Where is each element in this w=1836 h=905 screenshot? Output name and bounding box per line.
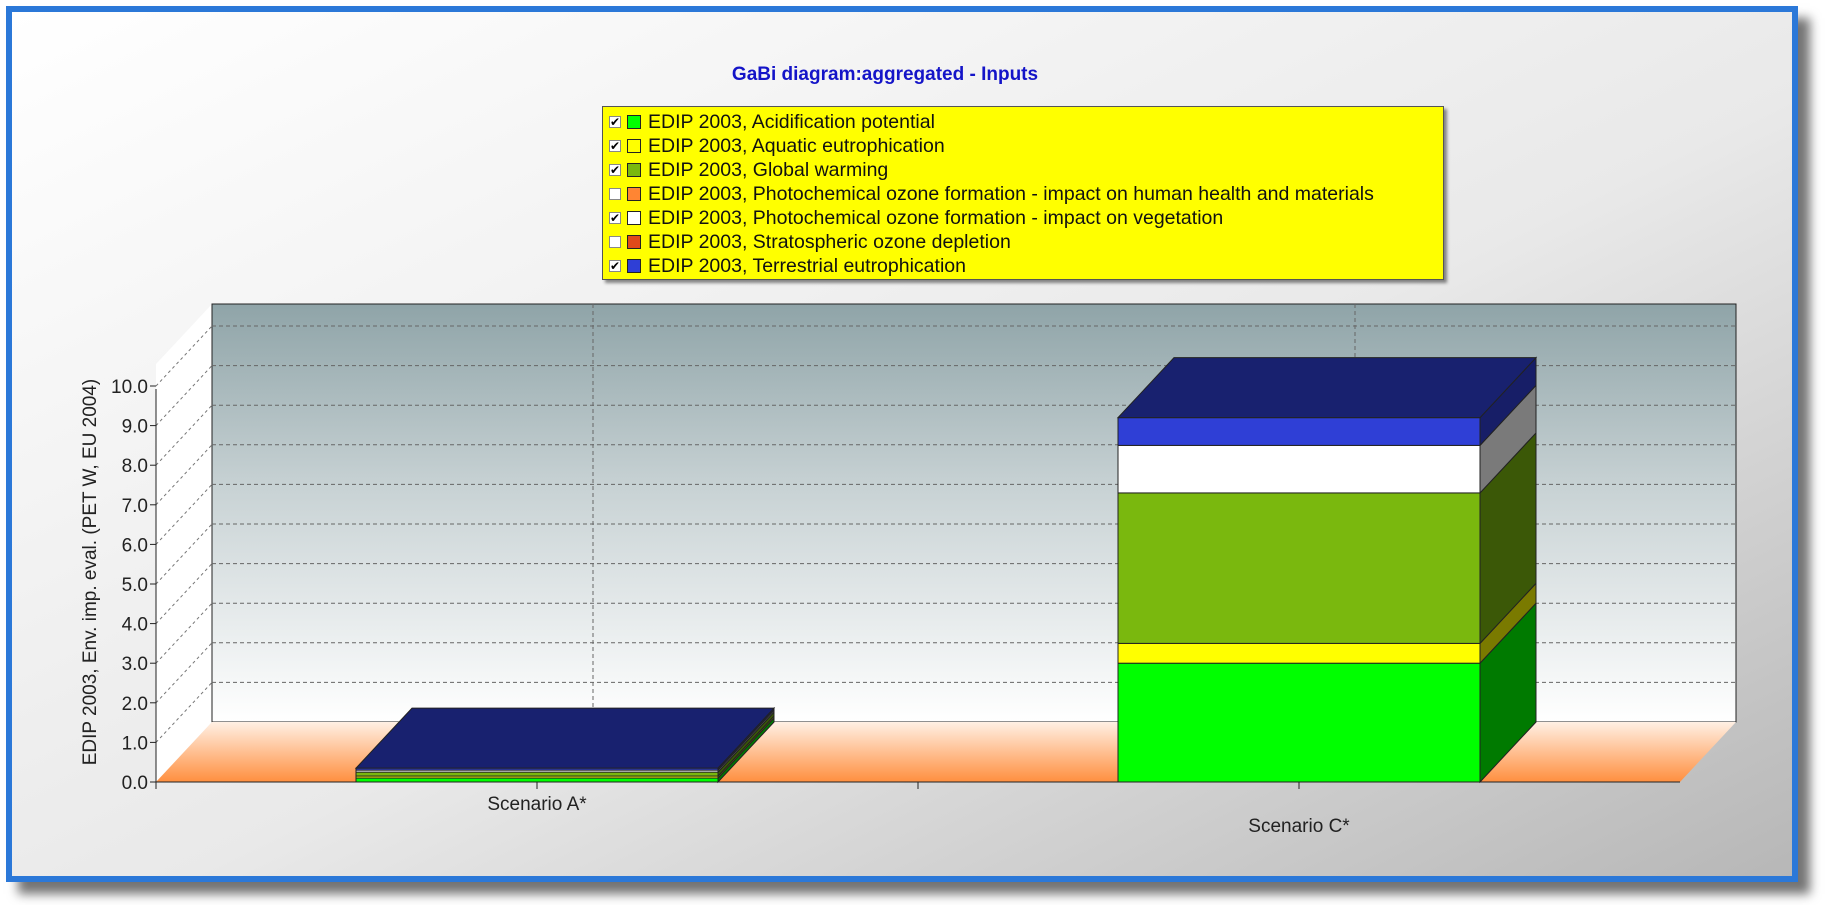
y-tick-label: 3.0 xyxy=(122,654,148,675)
bar-segment xyxy=(1117,444,1481,494)
y-tick-label: 2.0 xyxy=(122,694,148,715)
legend-item[interactable]: ✔ EDIP 2003, Terrestrial eutrophication xyxy=(609,254,1443,278)
bar-top-face xyxy=(354,707,776,769)
legend-label: EDIP 2003, Photochemical ozone formation… xyxy=(648,182,1374,205)
bar-segment xyxy=(1117,492,1481,644)
legend-item[interactable]: ✔ EDIP 2003, Photochemical ozone formatio… xyxy=(609,206,1443,230)
y-tick-label: 8.0 xyxy=(122,456,148,477)
legend-swatch xyxy=(627,115,641,129)
chart-legend: ✔ EDIP 2003, Acidification potential ✔ EDIP… xyxy=(602,106,1444,280)
legend-label: EDIP 2003, Stratospheric ozone depletion xyxy=(648,230,1011,253)
legend-item[interactable]: ✔ EDIP 2003, Aquatic eutrophication xyxy=(609,134,1443,158)
legend-checkbox[interactable]: ✔ xyxy=(609,164,621,176)
legend-checkbox[interactable] xyxy=(609,188,621,200)
legend-swatch xyxy=(627,235,641,249)
y-tick-label: 9.0 xyxy=(122,417,148,438)
legend-label: EDIP 2003, Aquatic eutrophication xyxy=(648,134,945,157)
legend-checkbox[interactable]: ✔ xyxy=(609,212,621,224)
legend-swatch xyxy=(627,259,641,273)
legend-item[interactable]: ✔ EDIP 2003, Acidification potential xyxy=(609,110,1443,134)
legend-swatch xyxy=(627,187,641,201)
y-tick-label: 6.0 xyxy=(122,535,148,556)
bar-top-face xyxy=(1116,357,1538,419)
legend-item[interactable]: ✔ EDIP 2003, Global warming xyxy=(609,158,1443,182)
legend-checkbox[interactable]: ✔ xyxy=(609,116,621,128)
legend-label: EDIP 2003, Photochemical ozone formation… xyxy=(648,206,1224,229)
bar-segment xyxy=(1117,417,1481,446)
y-tick-label: 10.0 xyxy=(111,377,148,398)
legend-label: EDIP 2003, Global warming xyxy=(648,158,889,181)
y-tick-label: 7.0 xyxy=(122,496,148,517)
legend-checkbox[interactable]: ✔ xyxy=(609,140,621,152)
plot-area: 0.0 1.0 2.0 3.0 4.0 5.0 6.0 7.0 8.0 9.0 10.0 Scenar… xyxy=(111,303,1737,837)
legend-swatch xyxy=(627,211,641,225)
chart-title: GaBi diagram:aggregated - Inputs xyxy=(732,64,1038,85)
legend-label: EDIP 2003, Acidification potential xyxy=(648,110,935,133)
left-wall xyxy=(156,304,212,782)
legend-checkbox[interactable] xyxy=(609,236,621,248)
legend-checkbox[interactable]: ✔ xyxy=(609,260,621,272)
bar-segment xyxy=(1117,662,1481,783)
x-tick-label: Scenario A* xyxy=(487,794,587,815)
legend-item[interactable]: EDIP 2003, Photochemical ozone formation… xyxy=(609,182,1443,206)
legend-item[interactable]: EDIP 2003, Stratospheric ozone depletion xyxy=(609,230,1443,254)
legend-swatch xyxy=(627,163,641,177)
bar-segment xyxy=(355,771,719,777)
y-axis-title: EDIP 2003, Env. imp. eval. (PET W, EU 20… xyxy=(80,379,101,766)
chart-frame: GaBi diagram:aggregated - Inputs 0.0 1.0 2… xyxy=(6,6,1798,882)
bar-segment xyxy=(355,777,719,783)
bar-segment xyxy=(1117,642,1481,664)
y-tick-label: 5.0 xyxy=(122,575,148,596)
y-tick-label: 0.0 xyxy=(122,773,148,794)
y-tick-label: 1.0 xyxy=(122,733,148,754)
legend-swatch xyxy=(627,139,641,153)
legend-label: EDIP 2003, Terrestrial eutrophication xyxy=(648,254,966,277)
y-tick-label: 4.0 xyxy=(122,615,148,636)
x-tick-label: Scenario C* xyxy=(1248,816,1350,837)
